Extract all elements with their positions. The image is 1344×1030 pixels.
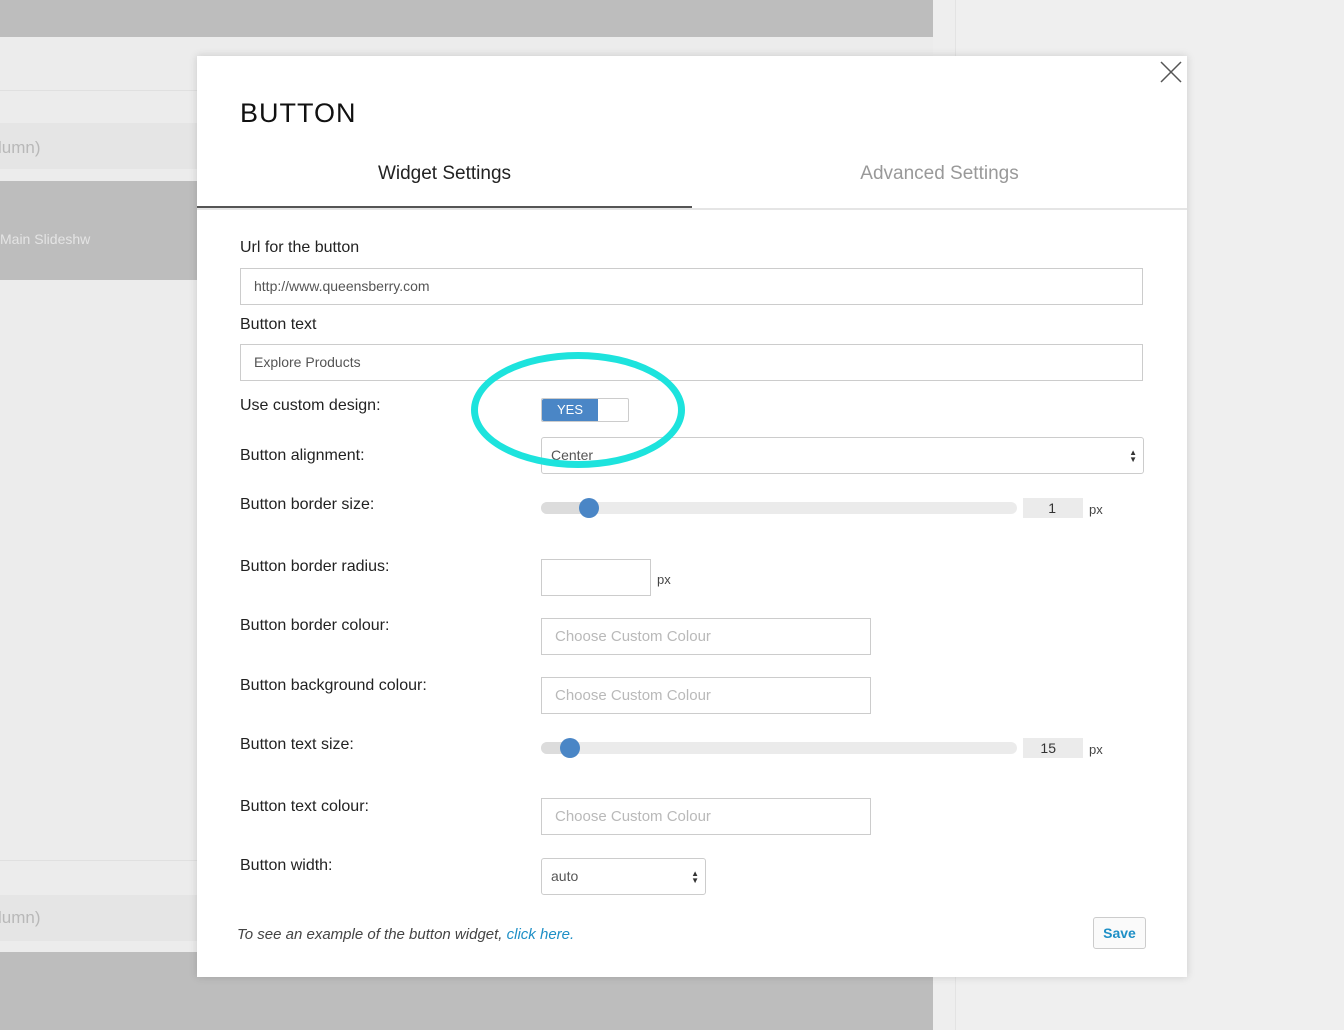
text-colour-label: Button text colour: bbox=[240, 798, 369, 815]
button-text-label: Button text bbox=[240, 316, 317, 333]
footer-note-text: To see an example of the button widget, bbox=[237, 926, 507, 943]
background-row-text: lumn) bbox=[0, 138, 41, 157]
alignment-select-value: Center bbox=[551, 447, 594, 463]
background-divider bbox=[0, 860, 200, 861]
url-input[interactable]: http://www.queensberry.com bbox=[240, 268, 1143, 305]
text-size-label: Button text size: bbox=[240, 736, 354, 753]
close-button[interactable] bbox=[1159, 60, 1183, 84]
close-icon bbox=[1160, 61, 1182, 83]
background-colour-label: Button background colour: bbox=[240, 677, 427, 694]
tab-advanced-settings[interactable]: Advanced Settings bbox=[692, 156, 1187, 208]
alignment-label: Button alignment: bbox=[240, 447, 365, 464]
text-size-slider-thumb[interactable] bbox=[559, 738, 580, 758]
toggle-on-label: YES bbox=[542, 399, 598, 421]
border-size-slider-thumb[interactable] bbox=[578, 498, 599, 518]
border-size-label: Button border size: bbox=[240, 496, 375, 513]
custom-design-label: Use custom design: bbox=[240, 397, 381, 414]
border-size-slider[interactable] bbox=[541, 498, 1017, 518]
button-widget-modal: BUTTON Widget Settings Advanced Settings… bbox=[197, 56, 1187, 977]
border-radius-unit: px bbox=[657, 572, 671, 587]
text-colour-input[interactable]: Choose Custom Colour bbox=[541, 798, 871, 835]
save-button[interactable]: Save bbox=[1093, 917, 1146, 949]
text-size-value[interactable]: 15 bbox=[1023, 738, 1083, 758]
button-text-input[interactable]: Explore Products bbox=[240, 344, 1143, 381]
custom-design-toggle[interactable]: YES bbox=[541, 398, 629, 422]
tab-widget-settings[interactable]: Widget Settings bbox=[197, 156, 692, 208]
border-colour-label: Button border colour: bbox=[240, 617, 390, 634]
width-select[interactable]: auto ▲ ▼ bbox=[541, 858, 706, 895]
text-size-unit: px bbox=[1089, 742, 1103, 757]
background-divider bbox=[0, 90, 200, 91]
text-size-slider[interactable] bbox=[541, 738, 1017, 758]
modal-title: BUTTON bbox=[240, 98, 357, 128]
url-label: Url for the button bbox=[240, 239, 360, 256]
background-slideshow-text: Main Slideshw bbox=[0, 231, 91, 247]
background-colour-input[interactable]: Choose Custom Colour bbox=[541, 677, 871, 714]
border-radius-label: Button border radius: bbox=[240, 558, 390, 575]
border-colour-input[interactable]: Choose Custom Colour bbox=[541, 618, 871, 655]
border-size-value[interactable]: 1 bbox=[1023, 498, 1083, 518]
select-arrows-icon: ▲ ▼ bbox=[691, 868, 699, 885]
width-select-value: auto bbox=[551, 868, 579, 884]
border-radius-input[interactable] bbox=[541, 559, 651, 596]
width-label: Button width: bbox=[240, 857, 333, 874]
alignment-select[interactable]: Center ▲ ▼ bbox=[541, 437, 1144, 474]
background-top-bar bbox=[0, 0, 933, 37]
footer-note: To see an example of the button widget, … bbox=[237, 926, 574, 943]
tab-bar: Widget Settings Advanced Settings bbox=[197, 156, 1187, 210]
background-row-text: lumn) bbox=[0, 908, 41, 927]
example-link[interactable]: click here. bbox=[507, 926, 575, 943]
border-size-unit: px bbox=[1089, 502, 1103, 517]
select-arrows-icon: ▲ ▼ bbox=[1129, 447, 1137, 464]
